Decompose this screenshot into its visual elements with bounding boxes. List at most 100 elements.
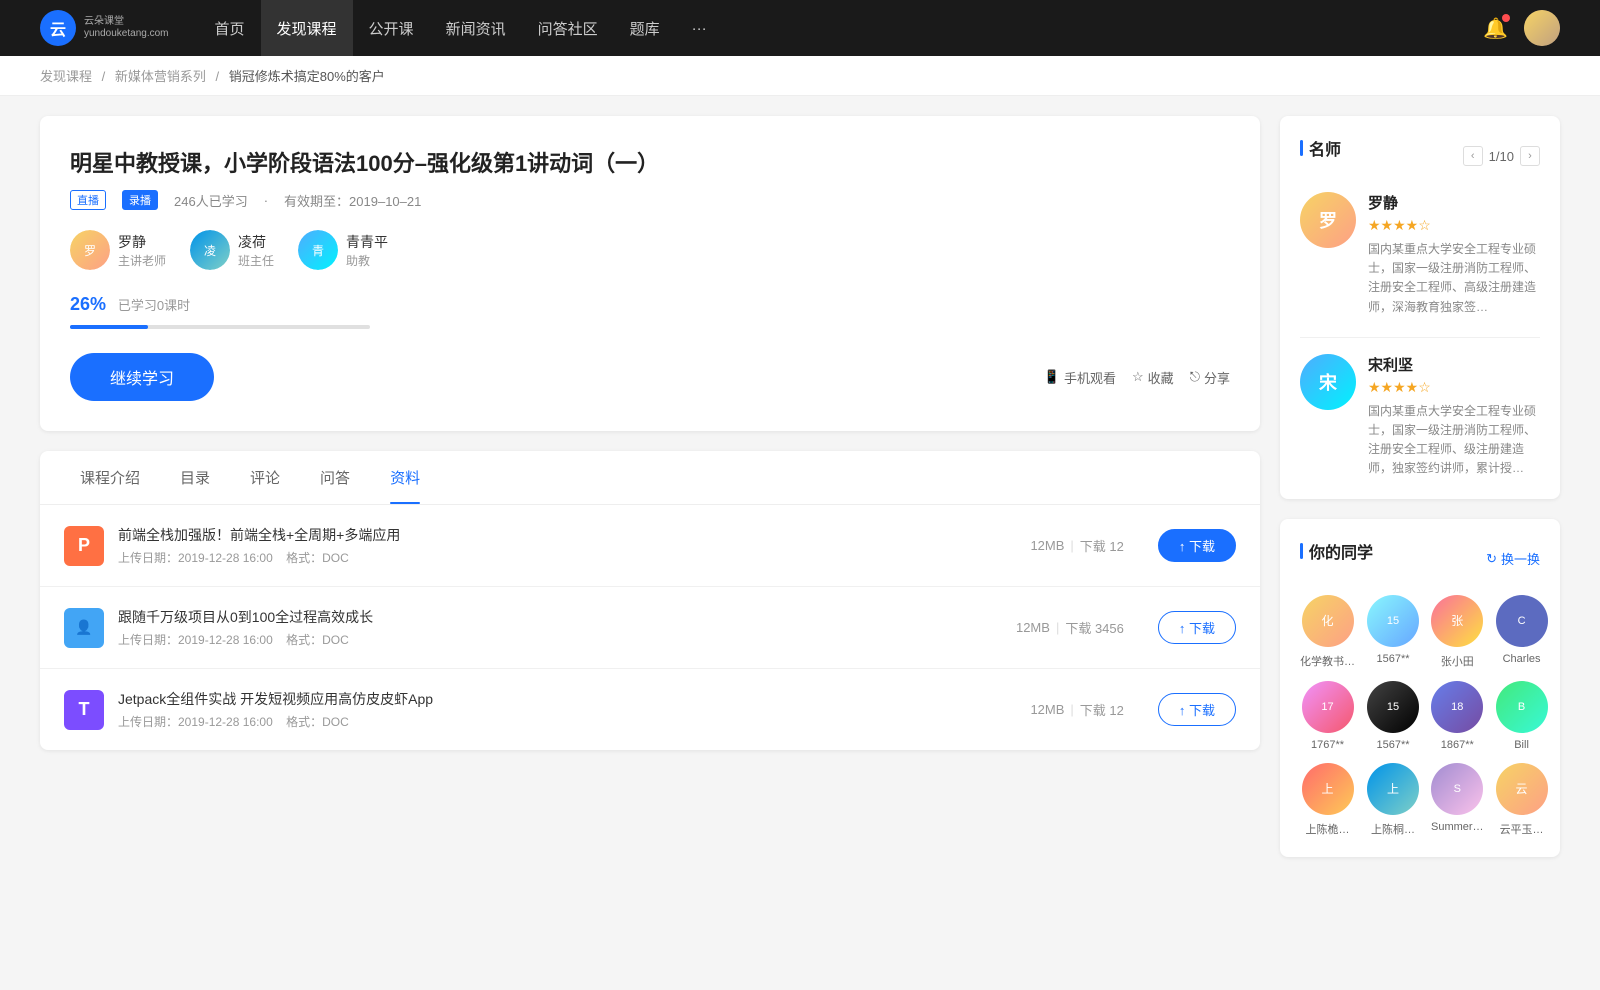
breadcrumb-link-series[interactable]: 新媒体营销系列 bbox=[115, 69, 206, 84]
resource-date-1: 上传日期：2019-12-28 16:00 bbox=[118, 551, 273, 565]
course-title: 明星中教授课，小学阶段语法100分–强化级第1讲动词（一） bbox=[70, 146, 1230, 178]
classmates-card: 你的同学 ↻ 换一换 化 化学教书… 15 1567** 张 张小田 bbox=[1280, 519, 1560, 857]
resource-date-2: 上传日期：2019-12-28 16:00 bbox=[118, 633, 273, 647]
teacher-1-name: 罗静 bbox=[118, 232, 166, 252]
teacher-1: 罗 罗静 主讲老师 bbox=[70, 230, 166, 270]
navigation: 云 云朵课堂 yundouketang.com 首页 发现课程 公开课 新闻资讯… bbox=[0, 0, 1600, 56]
notification-bell[interactable]: 🔔 bbox=[1483, 16, 1508, 41]
resource-name-2: 跟随千万级项目从0到100全过程高效成长 bbox=[118, 607, 1002, 627]
resource-name-1: 前端全栈加强版！前端全栈+全周期+多端应用 bbox=[118, 525, 1016, 545]
main-layout: 明星中教授课，小学阶段语法100分–强化级第1讲动词（一） 直播 录播 246人… bbox=[0, 96, 1600, 897]
progress-sub: 已学习0课时 bbox=[118, 298, 190, 313]
tab-catalog[interactable]: 目录 bbox=[160, 451, 230, 504]
teacher-2: 凌 凌荷 班主任 bbox=[190, 230, 274, 270]
classmate-11[interactable]: S Summer… bbox=[1431, 763, 1484, 837]
course-meta: 直播 录播 246人已学习 · 有效期至：2019–10–21 bbox=[70, 190, 1230, 210]
classmates-grid: 化 化学教书… 15 1567** 张 张小田 C Charles 17 1 bbox=[1300, 595, 1540, 837]
teacher-next-button[interactable]: › bbox=[1520, 146, 1540, 166]
resource-format-3: 格式：DOC bbox=[286, 715, 349, 729]
star-icon: ☆ bbox=[1132, 369, 1144, 385]
tab-intro[interactable]: 课程介绍 bbox=[60, 451, 160, 504]
classmate-12[interactable]: 云 云平玉… bbox=[1496, 763, 1548, 837]
resource-format-1: 格式：DOC bbox=[286, 551, 349, 565]
resource-format-2: 格式：DOC bbox=[286, 633, 349, 647]
resource-date-3: 上传日期：2019-12-28 16:00 bbox=[118, 715, 273, 729]
nav-item-qa[interactable]: 问答社区 bbox=[522, 0, 614, 56]
logo[interactable]: 云 云朵课堂 yundouketang.com bbox=[40, 10, 169, 46]
resource-icon-2: 👤 bbox=[64, 608, 104, 648]
nav-item-more[interactable]: ··· bbox=[676, 0, 723, 56]
resource-item: T Jetpack全组件实战 开发短视频应用高仿皮皮虾App 上传日期：2019… bbox=[40, 669, 1260, 750]
tab-resources[interactable]: 资料 bbox=[370, 451, 440, 504]
famous-teacher-1-avatar: 罗 bbox=[1300, 192, 1356, 248]
breadcrumb: 发现课程 / 新媒体营销系列 / 销冠修炼术搞定80%的客户 bbox=[0, 56, 1600, 96]
tabs-body: P 前端全栈加强版！前端全栈+全周期+多端应用 上传日期：2019-12-28 … bbox=[40, 505, 1260, 750]
collect-button[interactable]: ☆ 收藏 bbox=[1132, 368, 1174, 387]
classmate-7[interactable]: 18 1867** bbox=[1431, 681, 1484, 751]
logo-icon: 云 bbox=[40, 10, 76, 46]
continue-learning-button[interactable]: 继续学习 bbox=[70, 353, 214, 401]
logo-sub: yundouketang.com bbox=[84, 28, 169, 40]
teacher-3-avatar: 青 bbox=[298, 230, 338, 270]
classmate-10[interactable]: 上 上陈桐… bbox=[1367, 763, 1419, 837]
classmate-5[interactable]: 17 1767** bbox=[1300, 681, 1355, 751]
classmate-bill[interactable]: B Bill bbox=[1496, 681, 1548, 751]
classmate-2[interactable]: 15 1567** bbox=[1367, 595, 1419, 669]
famous-teacher-2-name: 宋利坚 bbox=[1368, 354, 1540, 375]
classmates-title: 你的同学 bbox=[1300, 539, 1373, 563]
progress-bar-bg bbox=[70, 325, 370, 329]
share-button[interactable]: ⎋ 分享 bbox=[1190, 368, 1230, 387]
tabs-header: 课程介绍 目录 评论 问答 资料 bbox=[40, 451, 1260, 505]
classmate-6[interactable]: 15 1567** bbox=[1367, 681, 1419, 751]
famous-teacher-2: 宋 宋利坚 ★★★★☆ 国内某重点大学安全工程专业硕士，国家一级注册消防工程师、… bbox=[1300, 354, 1540, 479]
nav-item-discover[interactable]: 发现课程 bbox=[261, 0, 353, 56]
nav-item-quiz[interactable]: 题库 bbox=[614, 0, 676, 56]
teacher-3-name: 青青平 bbox=[346, 232, 388, 252]
tab-qa[interactable]: 问答 bbox=[300, 451, 370, 504]
resource-item: P 前端全栈加强版！前端全栈+全周期+多端应用 上传日期：2019-12-28 … bbox=[40, 505, 1260, 587]
notification-dot bbox=[1502, 14, 1510, 22]
classmate-3[interactable]: 张 张小田 bbox=[1431, 595, 1484, 669]
resource-icon-1: P bbox=[64, 526, 104, 566]
progress-section: 26% 已学习0课时 bbox=[70, 294, 1230, 329]
famous-teachers-card: 名师 ‹ 1/10 › 罗 罗静 ★★★★☆ 国内某重点大学安全工程专业硕士， bbox=[1280, 116, 1560, 499]
teachers-list: 罗 罗静 主讲老师 凌 凌荷 班主任 bbox=[70, 230, 1230, 270]
classmate-9[interactable]: 上 上陈桅… bbox=[1300, 763, 1355, 837]
nav-item-news[interactable]: 新闻资讯 bbox=[430, 0, 522, 56]
resource-stats-1: 12MB | 下载 12 bbox=[1030, 536, 1123, 555]
share-icon: ⎋ bbox=[1190, 369, 1200, 385]
user-avatar[interactable] bbox=[1524, 10, 1560, 46]
badge-live: 直播 bbox=[70, 190, 106, 210]
download-button-2[interactable]: ↑ 下载 bbox=[1158, 611, 1236, 644]
breadcrumb-current: 销冠修炼术搞定80%的客户 bbox=[229, 69, 385, 84]
teacher-1-role: 主讲老师 bbox=[118, 252, 166, 269]
tabs-card: 课程介绍 目录 评论 问答 资料 P 前端全栈加强版！前端全栈+全周期+多端应用… bbox=[40, 451, 1260, 750]
progress-label: 26% bbox=[70, 294, 106, 315]
famous-teacher-1-name: 罗静 bbox=[1368, 192, 1540, 213]
teacher-prev-button[interactable]: ‹ bbox=[1463, 146, 1483, 166]
download-button-3[interactable]: ↑ 下载 bbox=[1158, 693, 1236, 726]
sidebar: 名师 ‹ 1/10 › 罗 罗静 ★★★★☆ 国内某重点大学安全工程专业硕士， bbox=[1280, 116, 1560, 877]
download-button-1[interactable]: ↑ 下载 bbox=[1158, 529, 1236, 562]
content-area: 明星中教授课，小学阶段语法100分–强化级第1讲动词（一） 直播 录播 246人… bbox=[40, 116, 1260, 877]
classmate-charles[interactable]: C Charles bbox=[1496, 595, 1548, 669]
nav-item-home[interactable]: 首页 bbox=[199, 0, 261, 56]
breadcrumb-link-discover[interactable]: 发现课程 bbox=[40, 69, 92, 84]
resource-stats-3: 12MB | 下载 12 bbox=[1030, 700, 1123, 719]
refresh-icon: ↻ bbox=[1486, 551, 1497, 567]
nav-item-open[interactable]: 公开课 bbox=[353, 0, 430, 56]
tab-review[interactable]: 评论 bbox=[230, 451, 300, 504]
teacher-3-role: 助教 bbox=[346, 252, 388, 269]
course-actions: 继续学习 📱 手机观看 ☆ 收藏 ⎋ 分享 bbox=[70, 353, 1230, 401]
course-card: 明星中教授课，小学阶段语法100分–强化级第1讲动词（一） 直播 录播 246人… bbox=[40, 116, 1260, 431]
famous-teacher-2-stars: ★★★★☆ bbox=[1368, 379, 1540, 396]
classmate-1[interactable]: 化 化学教书… bbox=[1300, 595, 1355, 669]
teacher-3: 青 青青平 助教 bbox=[298, 230, 388, 270]
mobile-watch-button[interactable]: 📱 手机观看 bbox=[1044, 368, 1116, 387]
teacher-2-avatar: 凌 bbox=[190, 230, 230, 270]
famous-teacher-1: 罗 罗静 ★★★★☆ 国内某重点大学安全工程专业硕士，国家一级注册消防工程师、注… bbox=[1300, 192, 1540, 317]
resource-icon-3: T bbox=[64, 690, 104, 730]
refresh-classmates-button[interactable]: ↻ 换一换 bbox=[1486, 549, 1540, 568]
resource-stats-2: 12MB | 下载 3456 bbox=[1016, 618, 1124, 637]
logo-name: 云朵课堂 bbox=[84, 16, 169, 28]
